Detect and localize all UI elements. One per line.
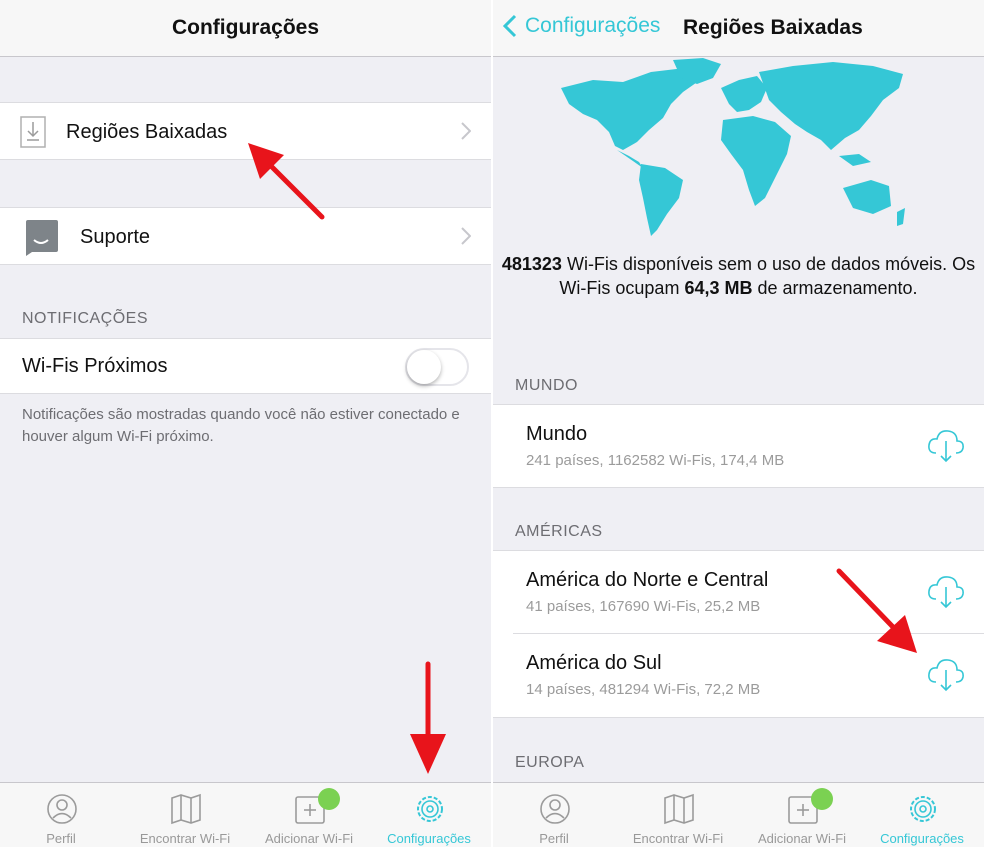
region-name: América do Sul xyxy=(526,652,662,674)
tab-label: Encontrar Wi-Fi xyxy=(139,831,231,846)
summary-text: de armazenamento. xyxy=(752,278,918,298)
world-section-header: MUNDO xyxy=(515,377,578,394)
gear-icon xyxy=(910,796,936,822)
region-details: 14 países, 481294 Wi-Fis, 72,2 MB xyxy=(526,681,761,698)
downloaded-regions-screen: Configurações Regiões Baixadas 481323 Wi… xyxy=(493,0,984,847)
storage-size: 64,3 MB xyxy=(684,278,753,298)
map-icon xyxy=(664,793,694,825)
wifi-count: 481323 xyxy=(501,254,562,274)
americas-section-header: AMÉRICAS xyxy=(515,523,603,540)
nearby-wifi-label: Wi-Fis Próximos xyxy=(22,355,168,377)
region-details: 41 países, 167690 Wi-Fis, 25,2 MB xyxy=(526,598,761,615)
tab-label: Perfil xyxy=(46,831,76,846)
page-title: Configurações xyxy=(171,16,320,39)
downloaded-regions-label: Regiões Baixadas xyxy=(66,121,228,143)
notification-badge xyxy=(318,788,340,810)
tab-find-wifi[interactable]: Encontrar Wi-Fi xyxy=(124,783,246,847)
tab-label: Adicionar Wi-Fi xyxy=(264,831,354,846)
chevron-right-icon xyxy=(461,227,471,245)
tab-bar: Perfil Encontrar Wi-Fi Adicionar Wi-Fi C… xyxy=(0,782,491,847)
cloud-download-icon[interactable] xyxy=(926,654,966,694)
settings-screen: Configurações Regiões Baixadas Suporte N… xyxy=(0,0,491,847)
toggle-knob xyxy=(407,350,441,384)
cloud-download-icon[interactable] xyxy=(926,425,966,465)
region-name: Mundo xyxy=(526,423,588,445)
tab-find-wifi[interactable]: Encontrar Wi-Fi xyxy=(617,783,739,847)
nearby-wifi-toggle[interactable] xyxy=(405,348,469,386)
map-icon xyxy=(171,793,201,825)
chat-bubble-icon xyxy=(22,218,60,256)
tab-label: Configurações xyxy=(880,831,964,846)
region-row-north-central-america[interactable]: América do Norte e Central 41 países, 16… xyxy=(493,550,984,634)
download-tray-icon xyxy=(20,116,46,148)
support-row[interactable]: Suporte xyxy=(0,207,491,265)
tab-add-wifi[interactable]: Adicionar Wi-Fi xyxy=(741,783,863,847)
storage-summary: 481323 Wi-Fis disponíveis sem o uso de d… xyxy=(493,252,984,300)
region-details: 241 países, 1162582 Wi-Fis, 174,4 MB xyxy=(526,452,785,469)
region-name: América do Norte e Central xyxy=(526,569,769,591)
chevron-right-icon xyxy=(461,122,471,140)
region-row-south-america[interactable]: América do Sul 14 países, 481294 Wi-Fis,… xyxy=(493,634,984,718)
notifications-header: NOTIFICAÇÕES xyxy=(22,310,149,327)
tab-label: Encontrar Wi-Fi xyxy=(632,831,724,846)
world-map-icon xyxy=(561,58,905,236)
back-button[interactable]: Configurações xyxy=(503,14,660,38)
annotation-arrow-icon xyxy=(410,661,446,774)
tab-settings[interactable]: Configurações xyxy=(368,783,490,847)
region-row-world[interactable]: Mundo 241 países, 1162582 Wi-Fis, 174,4 … xyxy=(493,404,984,488)
nearby-wifi-row: Wi-Fis Próximos xyxy=(0,338,491,394)
notifications-footnote: Notificações são mostradas quando você n… xyxy=(22,406,460,445)
support-label: Suporte xyxy=(80,226,151,248)
person-icon xyxy=(47,794,77,824)
notification-badge xyxy=(811,788,833,810)
tab-profile[interactable]: Perfil xyxy=(0,783,122,847)
gear-icon xyxy=(417,796,443,822)
tab-label: Perfil xyxy=(539,831,569,846)
navigation-bar: Configurações xyxy=(0,0,491,57)
tab-add-wifi[interactable]: Adicionar Wi-Fi xyxy=(248,783,370,847)
navigation-bar: Configurações Regiões Baixadas xyxy=(493,0,984,57)
person-icon xyxy=(540,794,570,824)
tab-label: Adicionar Wi-Fi xyxy=(757,831,847,846)
page-title: Regiões Baixadas xyxy=(683,16,863,39)
chevron-left-icon xyxy=(503,14,517,38)
tab-profile[interactable]: Perfil xyxy=(493,783,615,847)
downloaded-regions-row[interactable]: Regiões Baixadas xyxy=(0,102,491,160)
tab-label: Configurações xyxy=(387,831,471,846)
europe-section-header: EUROPA xyxy=(515,754,585,771)
tab-settings[interactable]: Configurações xyxy=(861,783,983,847)
cloud-download-icon[interactable] xyxy=(926,571,966,611)
back-button-label: Configurações xyxy=(525,14,661,37)
tab-bar: Perfil Encontrar Wi-Fi Adicionar Wi-Fi C… xyxy=(493,782,984,847)
